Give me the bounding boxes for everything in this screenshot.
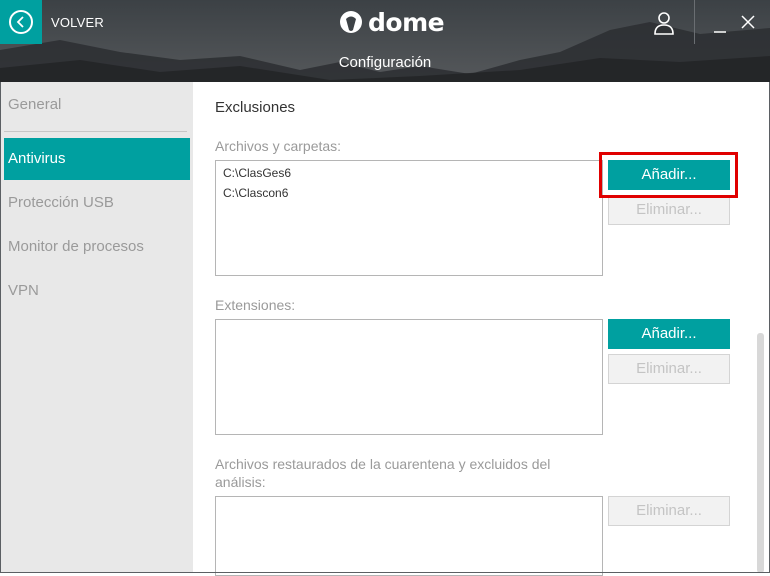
sidebar-item-usb-protection[interactable]: Protección USB [8,194,114,211]
app-logo: dome [339,7,445,37]
logo-text: dome [368,7,445,37]
remove-extension-button[interactable]: Eliminar... [608,354,730,384]
highlight-box [599,152,738,198]
remove-restored-button[interactable]: Eliminar... [608,496,730,526]
minimize-icon [714,31,726,33]
list-item[interactable]: C:\Clascon6 [223,186,288,200]
sidebar-item-antivirus[interactable]: Antivirus [4,138,190,180]
section-title: Exclusiones [215,99,296,116]
restored-files-label: Archivos restaurados de la cuarentena y … [215,456,551,490]
sidebar-item-general[interactable]: General [8,96,61,113]
user-icon [654,12,674,35]
user-account-button[interactable] [648,8,680,38]
back-label[interactable]: VOLVER [51,15,104,30]
files-folders-label: Archivos y carpetas: [215,138,342,154]
extensions-list[interactable] [215,319,603,435]
close-icon [741,15,755,29]
sidebar-item-vpn[interactable]: VPN [8,282,39,299]
extensions-label: Extensiones: [215,297,296,313]
back-button[interactable] [0,0,42,44]
sidebar-divider [4,131,187,132]
list-item[interactable]: C:\ClasGes6 [223,166,291,180]
minimize-button[interactable] [710,10,730,34]
chevron-left-icon [9,10,33,34]
add-extension-button[interactable]: Añadir... [608,319,730,349]
remove-file-folder-button[interactable]: Eliminar... [608,195,730,225]
restored-files-list[interactable] [215,496,603,576]
app-header: VOLVER dome Configuración [0,0,770,82]
files-folders-list[interactable]: C:\ClasGes6 C:\Clascon6 [215,160,603,276]
close-button[interactable] [738,12,758,32]
page-title: Configuración [338,54,432,71]
scrollbar-thumb[interactable] [757,333,764,573]
panda-logo-icon [340,11,362,33]
sidebar-item-process-monitor[interactable]: Monitor de procesos [8,238,144,255]
window-controls-divider [694,0,695,44]
